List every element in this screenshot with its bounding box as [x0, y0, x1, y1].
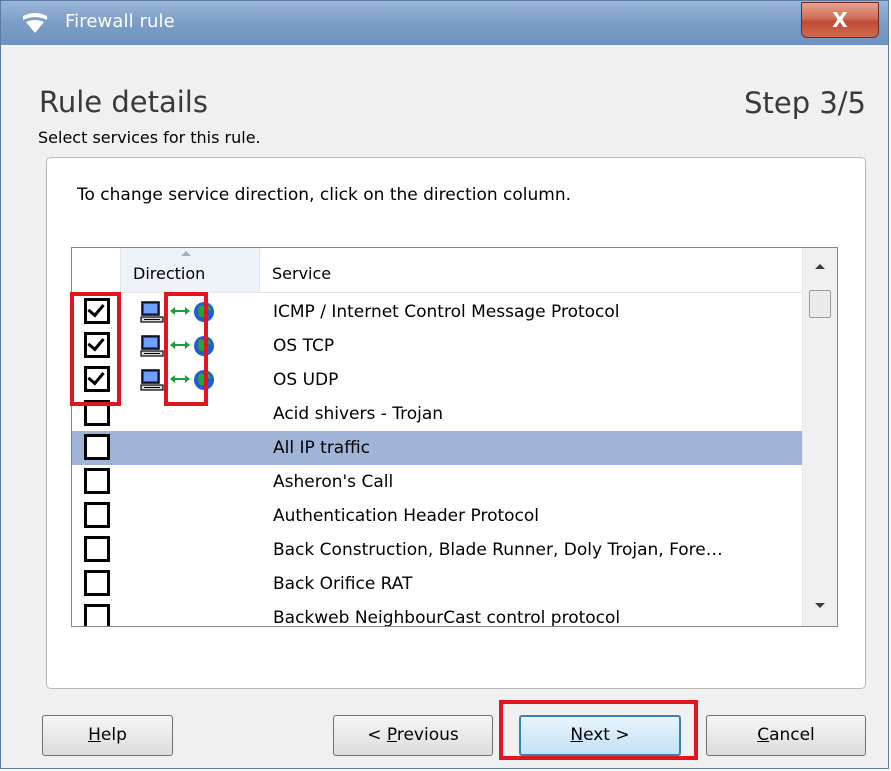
- previous-button[interactable]: < Previous: [333, 715, 493, 756]
- table-row[interactable]: Back Orifice RAT: [72, 567, 802, 601]
- header-direction-label: Direction: [133, 264, 206, 283]
- computer-icon: [140, 335, 164, 357]
- sort-ascending-icon: [181, 251, 191, 256]
- page-title: Rule details: [39, 85, 208, 119]
- dialog-body: Rule details Step 3/5 Select services fo…: [9, 45, 880, 762]
- header-checkbox-column: [72, 248, 120, 292]
- row-checkbox[interactable]: [84, 604, 110, 626]
- help-label-post: elp: [100, 725, 127, 745]
- service-name: Back Orifice RAT: [273, 574, 413, 594]
- checkbox-highlight-box: [70, 292, 121, 406]
- header-service-label: Service: [272, 264, 332, 283]
- title-bar: Firewall rule X: [1, 1, 888, 45]
- previous-label-pre: <: [367, 725, 387, 745]
- vertical-scrollbar[interactable]: [802, 248, 837, 626]
- direction-cell[interactable]: [140, 571, 230, 597]
- row-checkbox[interactable]: [84, 502, 110, 528]
- table-row[interactable]: Backweb NeighbourCast control protocol: [72, 601, 802, 627]
- computer-icon: [140, 301, 164, 323]
- direction-highlight-box: [164, 292, 208, 406]
- instruction-text: To change service direction, click on th…: [77, 185, 572, 205]
- service-name: Authentication Header Protocol: [273, 506, 540, 526]
- row-checkbox[interactable]: [84, 536, 110, 562]
- previous-label-post: revious: [396, 725, 459, 745]
- scroll-thumb[interactable]: [809, 290, 831, 318]
- list-header: Direction Service: [72, 248, 802, 293]
- window-title: Firewall rule: [65, 11, 175, 32]
- firewall-app-icon: [23, 13, 47, 33]
- cancel-label-post: ancel: [769, 725, 815, 745]
- service-name: Acid shivers - Trojan: [273, 404, 444, 424]
- row-checkbox[interactable]: [84, 434, 110, 460]
- help-label-accel: H: [88, 725, 101, 745]
- service-name: All IP traffic: [273, 438, 371, 458]
- table-row[interactable]: Asheron's Call: [72, 465, 802, 499]
- row-checkbox[interactable]: [84, 570, 110, 596]
- table-row[interactable]: Back Construction, Blade Runner, Doly Tr…: [72, 533, 802, 567]
- service-name: OS UDP: [273, 370, 339, 390]
- next-highlight-box: [499, 700, 698, 760]
- help-button[interactable]: Help: [42, 715, 173, 756]
- firewall-rule-window: Firewall rule X Rule details Step 3/5 Se…: [0, 0, 889, 769]
- direction-cell[interactable]: [140, 503, 230, 529]
- page-subtitle: Select services for this rule.: [38, 128, 261, 147]
- service-name: OS TCP: [273, 336, 335, 356]
- service-name: ICMP / Internet Control Message Protocol: [273, 302, 620, 322]
- direction-cell[interactable]: [140, 435, 230, 461]
- direction-cell[interactable]: [140, 469, 230, 495]
- previous-label-accel: P: [386, 725, 397, 745]
- service-name: Backweb NeighbourCast control protocol: [273, 608, 621, 627]
- table-row[interactable]: Authentication Header Protocol: [72, 499, 802, 533]
- cancel-button[interactable]: Cancel: [706, 715, 866, 756]
- header-service[interactable]: Service: [260, 248, 802, 292]
- services-panel: To change service direction, click on th…: [46, 157, 866, 689]
- service-name: Asheron's Call: [273, 472, 394, 492]
- computer-icon: [140, 369, 164, 391]
- table-row[interactable]: All IP traffic: [72, 431, 802, 465]
- close-button[interactable]: X: [801, 2, 879, 38]
- direction-cell[interactable]: [140, 605, 230, 626]
- scroll-up-arrow-icon[interactable]: [815, 264, 825, 269]
- service-name: Back Construction, Blade Runner, Doly Tr…: [273, 540, 723, 560]
- row-checkbox[interactable]: [84, 468, 110, 494]
- header-direction[interactable]: Direction: [120, 248, 260, 292]
- scroll-down-arrow-icon[interactable]: [815, 603, 825, 608]
- step-indicator: Step 3/5: [744, 86, 866, 120]
- direction-cell[interactable]: [140, 537, 230, 563]
- cancel-label-accel: C: [757, 725, 770, 745]
